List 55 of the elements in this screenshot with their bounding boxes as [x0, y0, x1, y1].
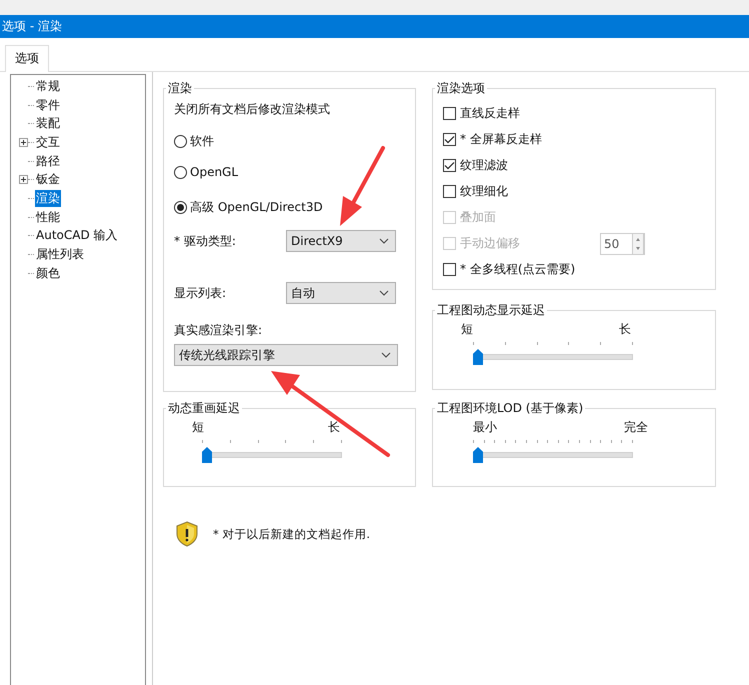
slider-thumb[interactable]	[473, 447, 483, 463]
slider[interactable]	[473, 342, 633, 366]
checkbox[interactable]: 纹理滤波	[443, 157, 508, 174]
checkbox[interactable]: 纹理细化	[443, 183, 508, 200]
tree-item[interactable]: AutoCAD 输入	[35, 227, 119, 244]
expand-icon[interactable]	[19, 138, 28, 147]
dropdown[interactable]: 自动	[286, 282, 396, 304]
slider-thumb[interactable]	[202, 447, 212, 463]
radio-option[interactable]: OpenGL	[174, 165, 405, 179]
group-title: 渲染	[167, 80, 193, 97]
field-label: * 驱动类型:	[174, 232, 237, 250]
tree-item[interactable]: 装配	[35, 115, 61, 132]
tree-item[interactable]: 渲染	[35, 190, 61, 207]
warning-shield-icon	[175, 521, 199, 547]
caret-icon	[381, 352, 391, 358]
slider-min-label: 短	[192, 419, 204, 436]
tree-item[interactable]: 路径	[35, 152, 61, 170]
group-title: 工程图动态显示延迟	[436, 302, 546, 319]
radio-option[interactable]: 高级 OpenGL/Direct3D	[174, 199, 405, 216]
slider-thumb[interactable]	[473, 349, 483, 365]
tree-item[interactable]: 颜色	[35, 264, 61, 282]
slider[interactable]	[473, 440, 633, 464]
tree-item[interactable]: 零件	[35, 96, 61, 114]
slider-min-label: 最小	[473, 419, 497, 436]
slider-min-label: 短	[461, 321, 473, 338]
slider-max-label: 完全	[624, 419, 648, 436]
caret-icon	[379, 238, 389, 244]
dropdown[interactable]: DirectX9	[286, 230, 396, 252]
window-title: 选项 - 渲染	[0, 15, 749, 38]
dropdown[interactable]: 传统光线跟踪引擎	[174, 344, 398, 366]
tree-item[interactable]: 交互	[35, 134, 61, 151]
checkbox[interactable]: * 全多线程(点云需要)	[443, 261, 576, 278]
field-label: 显示列表:	[174, 284, 228, 302]
note-text: * 对于以后新建的文档起作用.	[213, 526, 370, 542]
tree-item[interactable]: 常规	[35, 78, 61, 95]
tree-item[interactable]: 属性列表	[35, 246, 85, 264]
tree-item[interactable]: 钣金	[35, 171, 61, 188]
checkmark-icon	[444, 161, 455, 170]
slider-max-label: 长	[328, 419, 340, 436]
checkmark-icon	[444, 135, 455, 144]
slider[interactable]	[202, 440, 342, 464]
caret-icon	[379, 290, 389, 296]
expand-icon[interactable]	[19, 175, 28, 184]
tree-item[interactable]: 性能	[35, 208, 61, 226]
checkbox[interactable]: 直线反走样	[443, 105, 520, 122]
spin-arrows-icon[interactable]	[632, 232, 644, 254]
checkbox[interactable]: * 全屏幕反走样	[443, 131, 542, 148]
group-title: 工程图环境LOD (基于像素)	[436, 400, 584, 417]
tab[interactable]: 选项	[5, 45, 49, 72]
group-title: 动态重画延迟	[167, 400, 241, 417]
slider-max-label: 长	[619, 321, 631, 338]
field-label: 真实感渲染引擎:	[174, 322, 264, 339]
note-text: 关闭所有文档后修改渲染模式	[174, 101, 331, 118]
radio-option[interactable]: 软件	[174, 133, 405, 150]
group-title: 渲染选项	[436, 80, 486, 97]
